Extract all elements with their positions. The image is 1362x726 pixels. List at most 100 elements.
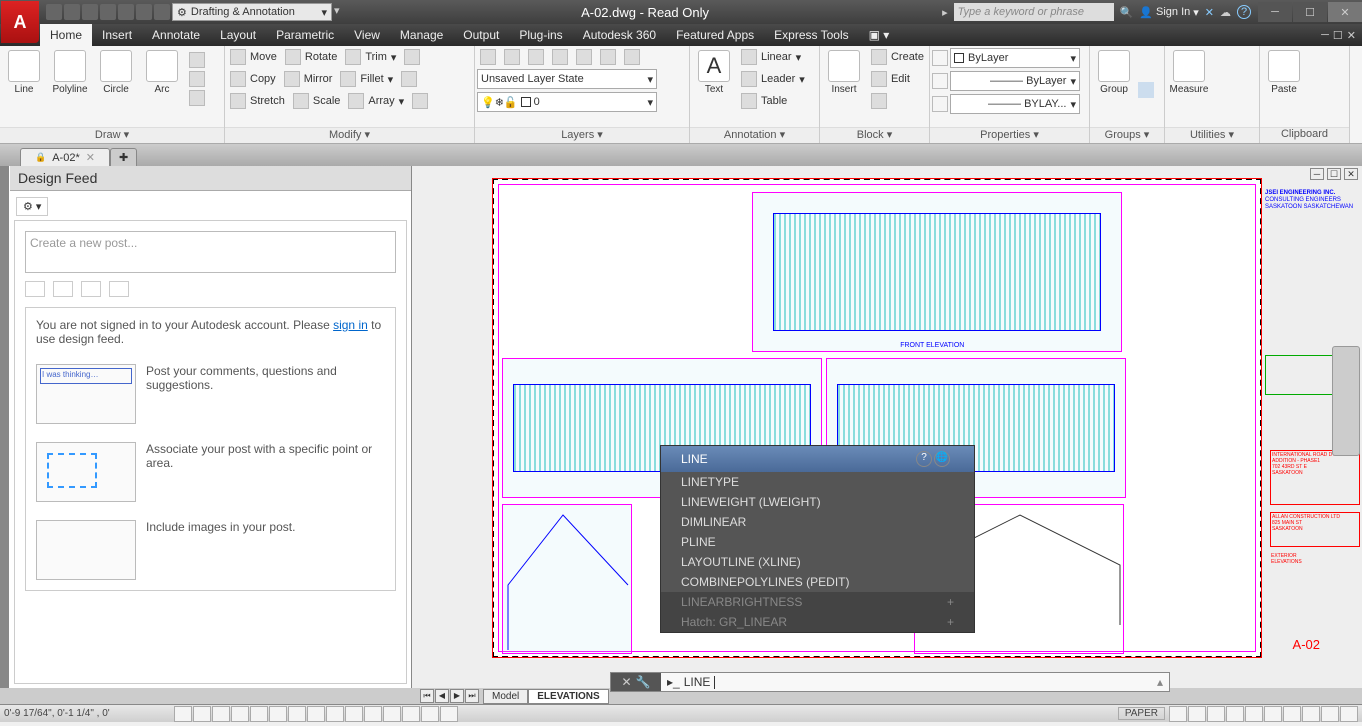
create-block-button[interactable]: Create [868, 48, 927, 66]
qat-undo-icon[interactable] [136, 4, 152, 20]
tab-layout[interactable]: Layout [210, 24, 266, 46]
layer-btn4[interactable] [549, 48, 571, 66]
cloud-icon[interactable]: ☁ [1220, 6, 1231, 19]
line-button[interactable]: Line [2, 48, 46, 97]
tab-output[interactable]: Output [453, 24, 509, 46]
doc-min-icon[interactable]: ─ [1321, 29, 1329, 41]
navigation-bar[interactable] [1332, 346, 1360, 456]
draw-extra1[interactable] [186, 51, 208, 69]
matchprop-button[interactable] [1308, 82, 1324, 98]
doc-tab-a02[interactable]: 🔒 A-02* ✕ [20, 148, 110, 166]
create-post-input[interactable]: Create a new post... [25, 231, 396, 273]
panel-block-title[interactable]: Block ▾ [820, 127, 929, 143]
explode-button[interactable] [398, 70, 420, 88]
util3[interactable] [1213, 82, 1229, 98]
maximize-button[interactable]: ☐ [1293, 2, 1327, 22]
block-extra-button[interactable] [868, 92, 927, 110]
sb-lwt-icon[interactable] [364, 706, 382, 722]
exchange-icon[interactable]: ✕ [1205, 6, 1214, 19]
sb-r4[interactable] [1226, 706, 1244, 722]
move-button[interactable]: Move [227, 48, 280, 66]
sb-r2[interactable] [1188, 706, 1206, 722]
sb-r6[interactable] [1264, 706, 1282, 722]
linear-dim-button[interactable]: Linear ▾ [738, 48, 808, 66]
qat-open-icon[interactable] [64, 4, 80, 20]
util2[interactable] [1213, 65, 1229, 81]
group-sel-button[interactable] [1138, 82, 1154, 98]
cmd-item-linetype[interactable]: LINETYPE [661, 472, 974, 492]
layer-btn6[interactable] [597, 48, 619, 66]
cmd-item-dimlinear[interactable]: DIMLINEAR [661, 512, 974, 532]
qat-new-icon[interactable] [46, 4, 62, 20]
signin-link[interactable]: sign in [333, 318, 368, 332]
sb-sc-icon[interactable] [421, 706, 439, 722]
arc-button[interactable]: Arc [140, 48, 184, 97]
cmd-item-pline[interactable]: PLINE [661, 532, 974, 552]
offset-button[interactable] [409, 92, 431, 110]
qat-save-icon[interactable] [82, 4, 98, 20]
globe-icon[interactable]: 🌐 [934, 451, 950, 467]
qat-more-icon[interactable]: ▾ [334, 4, 350, 20]
sb-r1[interactable] [1169, 706, 1187, 722]
panel-modify-title[interactable]: Modify ▾ [225, 127, 474, 143]
panel-annotation-title[interactable]: Annotation ▾ [690, 127, 819, 143]
cut-button[interactable] [1308, 48, 1324, 64]
sb-qp-icon[interactable] [402, 706, 420, 722]
tab-next-icon[interactable]: ▶ [450, 689, 464, 703]
help-icon[interactable]: ? [1237, 5, 1251, 19]
tab-first-icon[interactable]: ⏮ [420, 689, 434, 703]
workspace-dropdown[interactable]: ⚙ Drafting & Annotation ▾ [172, 3, 332, 21]
util1[interactable] [1213, 48, 1229, 64]
panel-groups-title[interactable]: Groups ▾ [1090, 127, 1164, 143]
person-icon[interactable] [81, 281, 101, 297]
erase-button[interactable] [401, 48, 423, 66]
lineweight-dropdown[interactable]: ——— ByLayer▾ [950, 71, 1080, 91]
sb-ortho-icon[interactable] [231, 706, 249, 722]
sb-otrack-icon[interactable] [307, 706, 325, 722]
tab-last-icon[interactable]: ⏭ [465, 689, 479, 703]
sb-snap-icon[interactable] [193, 706, 211, 722]
rotate-button[interactable]: Rotate [282, 48, 340, 66]
measure-button[interactable]: Measure [1167, 48, 1211, 97]
vp-close-icon[interactable]: ✕ [1344, 168, 1358, 180]
command-line[interactable]: ✕🔧 ▸_ LINE ▴ [610, 672, 1170, 692]
array-button[interactable]: Array ▾ [345, 92, 407, 110]
layer-btn2[interactable] [501, 48, 523, 66]
search-icon[interactable]: 🔍 [1120, 6, 1134, 19]
vp-max-icon[interactable]: ☐ [1327, 168, 1341, 180]
stretch-button[interactable]: Stretch [227, 92, 288, 110]
command-input[interactable]: LINE [684, 675, 711, 689]
sb-r5[interactable] [1245, 706, 1263, 722]
pin-icon[interactable] [53, 281, 73, 297]
tab-autodesk360[interactable]: Autodesk 360 [573, 24, 666, 46]
layer-state-dropdown[interactable]: Unsaved Layer State▾ [477, 69, 657, 89]
paper-model-toggle[interactable]: PAPER [1118, 707, 1165, 720]
tab-express-tools[interactable]: Express Tools [764, 24, 858, 46]
tab-extra-icon[interactable]: ▣ ▾ [859, 24, 900, 46]
sb-r10[interactable] [1340, 706, 1358, 722]
sb-dyn-icon[interactable] [345, 706, 363, 722]
qat-redo-icon[interactable] [154, 4, 170, 20]
tab-manage[interactable]: Manage [390, 24, 453, 46]
text-button[interactable]: AText [692, 48, 736, 97]
image-icon[interactable] [109, 281, 129, 297]
sb-3dosnap-icon[interactable] [288, 706, 306, 722]
sb-infer-icon[interactable] [174, 706, 192, 722]
group-edit-button[interactable] [1138, 65, 1154, 81]
panel-utilities-title[interactable]: Utilities ▾ [1165, 127, 1259, 143]
tab-prev-icon[interactable]: ◀ [435, 689, 449, 703]
cmd-item-linearbrightness[interactable]: LINEARBRIGHTNESS+ [661, 592, 974, 612]
layout-model[interactable]: Model [483, 689, 528, 704]
panel-properties-title[interactable]: Properties ▾ [930, 127, 1089, 143]
sb-polar-icon[interactable] [250, 706, 268, 722]
polyline-button[interactable]: Polyline [48, 48, 92, 97]
settings-gear-icon[interactable]: ⚙ ▾ [16, 197, 48, 216]
circle-button[interactable]: Circle [94, 48, 138, 97]
cmd-item-hatch[interactable]: Hatch: GR_LINEAR+ [661, 612, 974, 632]
sb-am-icon[interactable] [440, 706, 458, 722]
cmdline-close-icon[interactable]: ✕ [621, 675, 631, 689]
scale-button[interactable]: Scale [290, 92, 344, 110]
group-button[interactable]: Group [1092, 48, 1136, 97]
mirror-button[interactable]: Mirror [281, 70, 336, 88]
qat-saveas-icon[interactable] [100, 4, 116, 20]
